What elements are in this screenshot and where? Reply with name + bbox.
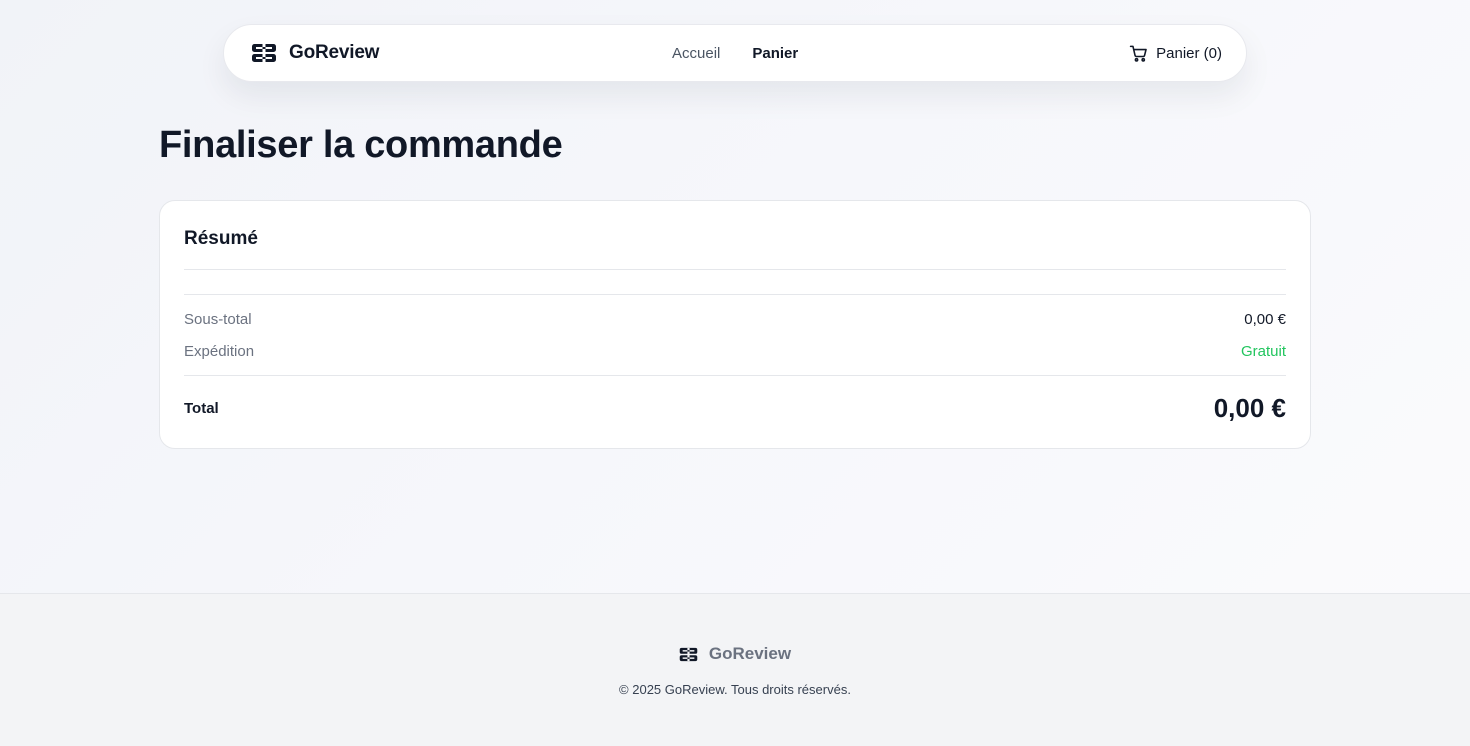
footer-copyright: © 2025 GoReview. Tous droits réservés. <box>619 682 851 697</box>
summary-divider <box>184 294 1286 295</box>
total-value: 0,00 € <box>1213 392 1286 423</box>
subtotal-value: 0,00 € <box>1244 311 1286 328</box>
footer-brand: GoReview <box>0 644 1470 664</box>
cart-button[interactable]: Panier (0) <box>1129 44 1222 63</box>
summary-divider <box>184 269 1286 270</box>
main-nav: Accueil Panier <box>672 45 798 62</box>
shopping-cart-icon <box>1129 45 1147 62</box>
total-row: Total 0,00 € <box>184 391 1286 425</box>
brand-home-link[interactable]: GoReview <box>251 42 379 64</box>
nav-link-accueil[interactable]: Accueil <box>672 45 720 62</box>
page-footer: GoReview © 2025 GoReview. Tous droits ré… <box>0 593 1470 746</box>
brand-name: GoReview <box>289 42 380 63</box>
nav-link-panier[interactable]: Panier <box>752 45 798 62</box>
shipping-label: Expédition <box>184 343 255 360</box>
gift-box-icon <box>679 647 698 661</box>
total-label: Total <box>184 399 219 417</box>
summary-divider <box>184 375 1286 376</box>
footer-brand-name: GoReview <box>708 644 792 663</box>
order-summary-card: Résumé Sous-total 0,00 € Expédition Grat… <box>159 200 1311 449</box>
shipping-row: Expédition Gratuit <box>184 343 1286 360</box>
subtotal-label: Sous-total <box>184 311 252 328</box>
subtotal-row: Sous-total 0,00 € <box>184 311 1286 328</box>
shipping-value: Gratuit <box>1240 343 1286 360</box>
gift-box-icon <box>252 44 276 62</box>
summary-heading: Résumé <box>184 228 258 249</box>
cart-label: Panier (0) <box>1156 44 1222 62</box>
page-title: Finaliser la commande <box>159 124 563 166</box>
top-navbar: GoReview Accueil Panier Panier (0) <box>223 24 1247 82</box>
